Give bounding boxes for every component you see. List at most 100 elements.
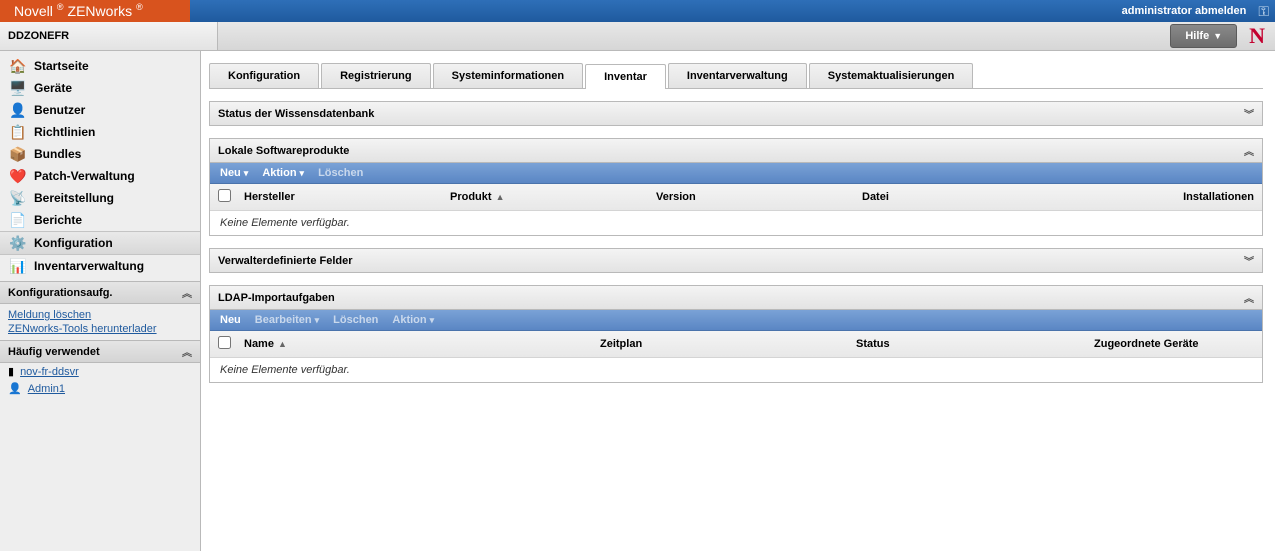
panel-kb-header[interactable]: Status der Wissensdatenbank ︾ (210, 102, 1262, 125)
freq-item: ▮ nov-fr-ddsvr (0, 363, 200, 380)
nav-label: Inventarverwaltung (34, 259, 144, 273)
nav-label: Richtlinien (34, 125, 95, 139)
tab-systeminformationen[interactable]: Systeminformationen (433, 63, 583, 88)
server-icon: ▮ (8, 365, 14, 378)
col-label: Hersteller (244, 191, 295, 203)
ldap-empty-message: Keine Elemente verfügbar. (210, 358, 1262, 382)
ldap-select-all[interactable] (218, 336, 231, 349)
panel-sw-header[interactable]: Lokale Softwareprodukte ︽ (210, 139, 1262, 163)
nav-startseite[interactable]: 🏠Startseite (0, 55, 200, 77)
reg-mark-1: ® (57, 0, 64, 18)
col-zeitplan[interactable]: Zeitplan (600, 338, 850, 350)
nav-label: Geräte (34, 81, 72, 95)
user-icon: 👤 (10, 102, 26, 118)
panel-fields-header[interactable]: Verwalterdefinierte Felder ︾ (210, 249, 1262, 272)
panel-knowledgebase: Status der Wissensdatenbank ︾ (209, 101, 1263, 126)
key-icon[interactable]: ⚿ (1258, 0, 1269, 22)
tab-systemaktualisierungen[interactable]: Systemaktualisierungen (809, 63, 974, 88)
sw-column-header: Hersteller Produkt ▲ Version Datei Instal… (210, 184, 1262, 211)
freq-header-label: Häufig verwendet (8, 346, 100, 358)
nav-bundles[interactable]: 📦Bundles (0, 143, 200, 165)
col-produkt[interactable]: Produkt ▲ (450, 191, 650, 203)
sub-bar-right: Hilfe ▼ N (218, 22, 1275, 50)
tab-registrierung[interactable]: Registrierung (321, 63, 431, 88)
nav-geraete[interactable]: 🖥️Geräte (0, 77, 200, 99)
tab-inventarverwaltung[interactable]: Inventarverwaltung (668, 63, 807, 88)
col-label: Zugeordnete Geräte (1094, 338, 1199, 350)
nav-benutzer[interactable]: 👤 Benutzer (0, 99, 200, 121)
inventory-icon: 📊 (10, 258, 26, 274)
col-label: Zeitplan (600, 338, 642, 350)
content: Konfiguration Registrierung Systeminform… (201, 51, 1275, 551)
col-label: Version (656, 191, 696, 203)
col-label: Produkt (450, 191, 492, 203)
ldap-column-header: Name▲ Zeitplan Status Zugeordnete Geräte (210, 331, 1262, 358)
col-label: Datei (862, 191, 889, 203)
col-geraete[interactable]: Zugeordnete Geräte (1094, 338, 1254, 350)
policy-icon: 📋 (10, 124, 26, 140)
freq-link-server[interactable]: nov-fr-ddsvr (20, 366, 79, 378)
tab-inventar[interactable]: Inventar (585, 64, 666, 89)
nav-label: Bereitstellung (34, 191, 114, 205)
top-right: administrator abmelden ⚿ (190, 0, 1275, 22)
sidebar: 🏠Startseite 🖥️Geräte 👤 Benutzer 📋 Richtlin… (0, 51, 201, 551)
panel-sw-title: Lokale Softwareprodukte (218, 145, 349, 157)
chevron-down-icon: ▾ (244, 168, 249, 179)
nav-label: Patch-Verwaltung (34, 169, 135, 183)
sort-asc-icon: ▲ (496, 192, 505, 202)
expand-down-icon: ︾ (1244, 106, 1254, 121)
freq-item: 👤 Admin1 (0, 380, 200, 397)
action-label: Aktion (262, 167, 296, 179)
tasks-links: Meldung löschen ZENworks-Tools herunterl… (0, 304, 200, 340)
nav-patch[interactable]: ❤️Patch-Verwaltung (0, 165, 200, 187)
sw-select-all[interactable] (218, 189, 231, 202)
admin-icon: 👤 (8, 382, 22, 395)
ldap-action-button[interactable]: Aktion ▾ (392, 314, 434, 326)
col-status[interactable]: Status (856, 338, 1088, 350)
sw-action-button[interactable]: Aktion▾ (262, 167, 304, 179)
nav-berichte[interactable]: 📄 Berichte (0, 209, 200, 231)
chevron-down-icon: ▼ (1213, 31, 1222, 41)
help-button[interactable]: Hilfe ▼ (1170, 24, 1237, 48)
col-version[interactable]: Version (656, 191, 856, 203)
nav-list: 🏠Startseite 🖥️Geräte 👤 Benutzer 📋 Richtlin… (0, 51, 200, 281)
nav-bereitstellung[interactable]: 📡Bereitstellung (0, 187, 200, 209)
freq-header[interactable]: Häufig verwendet ︽ (0, 340, 200, 363)
tab-bar: Konfiguration Registrierung Systeminform… (209, 63, 1263, 89)
col-installationen[interactable]: Installationen (1154, 191, 1254, 203)
action-label: Neu (220, 167, 241, 179)
nav-richtlinien[interactable]: 📋 Richtlinien (0, 121, 200, 143)
col-hersteller[interactable]: Hersteller (244, 191, 444, 203)
col-label: Installationen (1183, 191, 1254, 203)
tab-konfiguration[interactable]: Konfiguration (209, 63, 319, 88)
panel-ldap-header[interactable]: LDAP-Importaufgaben ︽ (210, 286, 1262, 310)
logout-link[interactable]: administrator abmelden (1122, 0, 1247, 22)
ldap-new-button[interactable]: Neu (220, 314, 241, 326)
sw-delete-button[interactable]: Löschen (318, 167, 363, 179)
brand-name-1: Novell (14, 0, 53, 22)
task-clear-message[interactable]: Meldung löschen (8, 308, 192, 322)
nav-label: Konfiguration (34, 236, 113, 250)
col-datei[interactable]: Datei (862, 191, 1148, 203)
nav-inventarverwaltung[interactable]: 📊 Inventarverwaltung (0, 255, 200, 277)
task-download-tools[interactable]: ZENworks-Tools herunterlader (8, 322, 192, 336)
tasks-header-label: Konfigurationsaufg. (8, 287, 113, 299)
ldap-edit-button[interactable]: Bearbeiten▾ (255, 314, 319, 326)
report-icon: 📄 (10, 212, 26, 228)
chevron-down-icon: ▾ (315, 315, 320, 326)
panel-software-products: Lokale Softwareprodukte ︽ Neu▾ Aktion▾ L… (209, 138, 1263, 236)
nav-label: Berichte (34, 213, 82, 227)
nav-konfiguration[interactable]: ⚙️Konfiguration (0, 231, 200, 255)
freq-link-admin[interactable]: Admin1 (28, 383, 65, 395)
ldap-delete-button[interactable]: Löschen (333, 314, 378, 326)
nav-label: Benutzer (34, 103, 85, 117)
action-label: Aktion (392, 314, 426, 326)
tasks-header[interactable]: Konfigurationsaufg. ︽ (0, 281, 200, 304)
collapse-up-icon: ︽ (1244, 290, 1254, 305)
chevron-down-icon: ▾ (430, 315, 435, 326)
top-bar: Novell® ZENworks® administrator abmelden… (0, 0, 1275, 22)
collapse-up-icon: ︽ (182, 344, 192, 359)
col-name[interactable]: Name▲ (244, 338, 594, 350)
sw-new-button[interactable]: Neu▾ (220, 167, 248, 179)
home-icon: 🏠 (10, 58, 26, 74)
